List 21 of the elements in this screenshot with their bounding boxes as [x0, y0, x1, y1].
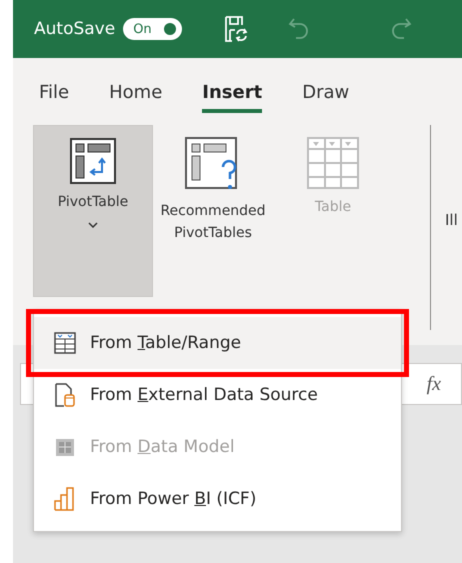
function-label[interactable]: fx — [426, 372, 441, 396]
menu-item[interactable]: From External Data Source — [34, 369, 401, 421]
undo-icon[interactable] — [288, 17, 310, 41]
ribbon-tab[interactable]: Insert — [202, 76, 262, 113]
menu-item[interactable]: From Table/Range — [34, 317, 401, 369]
bar-chart-icon — [54, 487, 76, 511]
ribbon-tab[interactable]: Home — [109, 76, 162, 113]
ribbon-tab[interactable]: File — [39, 76, 70, 113]
document-database-icon — [54, 383, 76, 407]
table-icon — [54, 332, 76, 354]
save-icon[interactable] — [224, 16, 248, 42]
redo-icon[interactable] — [390, 17, 412, 41]
ribbon-tab[interactable]: Draw — [302, 76, 350, 113]
ribbon-button[interactable]: Recommended PivotTables — [153, 125, 273, 297]
ribbon-button[interactable]: PivotTable — [33, 125, 153, 297]
menu-item[interactable]: From Power BI (ICF) — [34, 473, 401, 525]
table-icon — [307, 137, 359, 189]
group-label: Ill — [445, 211, 458, 229]
autosave-label: AutoSave — [34, 19, 116, 39]
pivot-table-icon — [70, 138, 116, 184]
autosave-toggle[interactable]: On — [123, 18, 182, 40]
